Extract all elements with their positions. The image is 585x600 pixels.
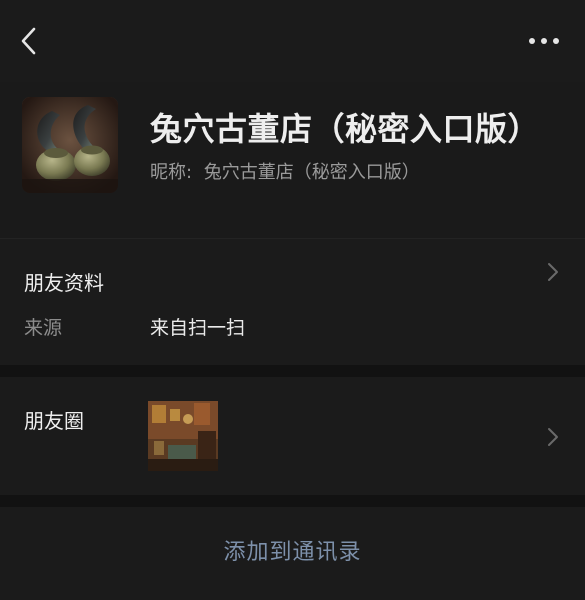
chevron-left-icon — [21, 27, 36, 55]
moments-thumbnail[interactable] — [148, 401, 218, 471]
chevron-right-icon — [548, 263, 558, 281]
source-label: 来源 — [24, 317, 63, 339]
moments-thumbnail-image — [148, 401, 218, 471]
friend-info-row[interactable]: 朋友资料 来源 来自扫一扫 — [0, 239, 585, 365]
nickname-value: 兔穴古董店（秘密入口版） — [203, 162, 420, 183]
section-gap — [0, 495, 585, 507]
moments-row[interactable]: 朋友圈 — [0, 377, 585, 495]
more-button[interactable] — [522, 30, 566, 52]
add-to-contacts-button[interactable]: 添加到通讯录 — [0, 507, 585, 592]
friend-info-title: 朋友资料 — [24, 271, 104, 295]
contact-display-name: 兔穴古董店（秘密入口版） — [150, 110, 541, 148]
nickname-line: 昵称: 兔穴古董店（秘密入口版） — [150, 158, 420, 184]
top-bar — [0, 0, 585, 82]
avatar-image — [22, 97, 118, 193]
more-horizontal-icon — [529, 38, 559, 44]
back-button[interactable] — [16, 26, 44, 56]
section-gap — [0, 365, 585, 377]
nickname-label: 昵称: — [150, 162, 193, 183]
avatar[interactable] — [22, 97, 118, 193]
source-value: 来自扫一扫 — [150, 317, 246, 339]
moments-title: 朋友圈 — [24, 409, 84, 433]
chevron-right-icon — [548, 428, 558, 446]
action-bar: 添加到通讯录 — [0, 507, 585, 600]
